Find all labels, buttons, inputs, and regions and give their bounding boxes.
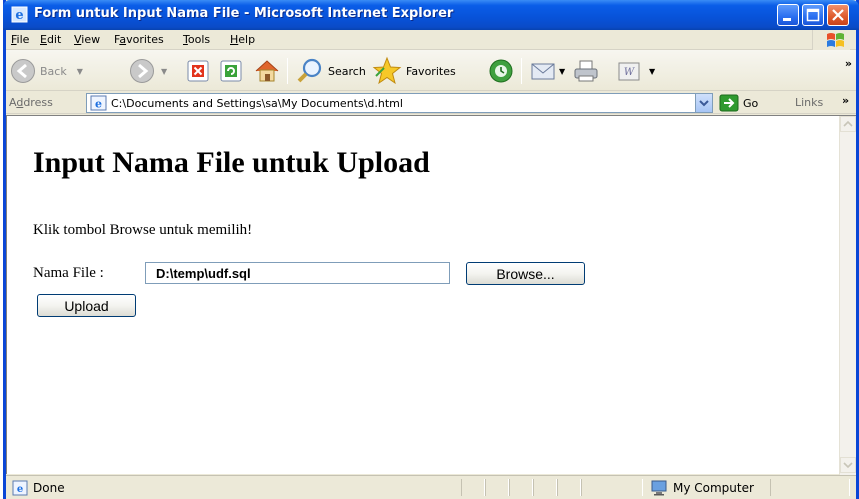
vertical-scrollbar[interactable] — [839, 116, 856, 475]
status-done: e Done — [12, 480, 65, 496]
menu-favorites[interactable]: Favorites — [114, 33, 164, 46]
page-icon: e — [12, 480, 28, 496]
scroll-down-button[interactable] — [840, 457, 856, 473]
home-button[interactable] — [253, 56, 281, 86]
mail-button[interactable]: ▼ — [530, 56, 565, 86]
status-text: Done — [33, 481, 65, 495]
zone-label: My Computer — [673, 481, 754, 495]
print-button[interactable] — [572, 56, 600, 86]
upload-button[interactable]: Upload — [37, 294, 136, 317]
svg-text:e: e — [95, 98, 102, 111]
page-icon: e — [90, 95, 107, 111]
forward-dropdown-icon[interactable]: ▼ — [161, 67, 167, 76]
status-pane — [461, 479, 485, 496]
security-zone: My Computer — [650, 480, 754, 496]
browse-button[interactable]: Browse... — [466, 262, 585, 285]
close-icon — [832, 9, 844, 21]
status-pane — [770, 479, 850, 496]
file-field-label: Nama File : — [33, 265, 104, 281]
search-button[interactable]: Search — [296, 56, 366, 86]
go-button[interactable]: Go — [719, 94, 758, 112]
links-chevron[interactable]: » — [842, 94, 849, 107]
standard-toolbar: Back ▼ ▼ Search Favorites ▼ W ▼ » — [6, 50, 856, 91]
go-label: Go — [743, 96, 759, 110]
chevron-up-icon — [843, 120, 853, 127]
file-path-input[interactable]: D:\temp\udf.sql — [145, 262, 450, 284]
search-icon — [297, 58, 322, 83]
refresh-button[interactable] — [219, 56, 243, 86]
menu-view[interactable]: View — [74, 33, 100, 46]
address-input[interactable]: e C:\Documents and Settings\sa\My Docume… — [86, 93, 713, 113]
mail-dropdown-icon[interactable]: ▼ — [559, 67, 565, 76]
menu-edit[interactable]: Edit — [40, 33, 61, 46]
status-pane — [533, 479, 557, 496]
status-pane — [485, 479, 509, 496]
status-pane — [557, 479, 581, 496]
stop-button[interactable] — [186, 56, 210, 86]
back-arrow-icon — [11, 59, 35, 83]
computer-icon — [651, 480, 667, 496]
status-bar: e Done My Computer — [6, 475, 856, 499]
back-label: Back — [40, 64, 67, 78]
window-title: Form untuk Input Nama File - Microsoft I… — [34, 6, 454, 21]
status-pane — [581, 479, 643, 496]
chevron-down-icon — [843, 462, 853, 469]
title-bar[interactable]: e Form untuk Input Nama File - Microsoft… — [3, 0, 859, 30]
back-dropdown-icon[interactable]: ▼ — [77, 67, 83, 76]
go-arrow-icon — [719, 94, 739, 112]
svg-text:e: e — [15, 8, 23, 23]
menu-help[interactable]: Help — [230, 33, 255, 46]
mail-icon — [531, 63, 555, 80]
print-icon — [574, 60, 598, 82]
minimize-icon — [783, 18, 791, 21]
page-content: Input Nama File untuk Upload — [33, 146, 430, 180]
forward-button[interactable]: ▼ — [129, 56, 167, 86]
close-button[interactable] — [827, 4, 849, 26]
favorites-star-icon — [372, 56, 402, 85]
scroll-up-button[interactable] — [840, 116, 856, 132]
address-bar: Address e C:\Documents and Settings\sa\M… — [6, 92, 856, 114]
home-icon — [255, 60, 279, 82]
history-button[interactable] — [487, 56, 515, 86]
menu-tools[interactable]: Tools — [183, 33, 210, 46]
page-viewport: Input Nama File untuk Upload Klik tombol… — [6, 115, 856, 475]
toolbar-separator — [521, 58, 522, 84]
status-pane — [509, 479, 533, 496]
instruction-text: Klik tombol Browse untuk memilih! — [33, 222, 253, 238]
toolbar-more-chevron[interactable]: » — [845, 57, 852, 70]
browser-window: e Form untuk Input Nama File - Microsoft… — [3, 0, 859, 499]
stop-icon — [187, 60, 209, 82]
svg-text:W: W — [624, 67, 635, 78]
links-label[interactable]: Links — [795, 96, 823, 109]
chevron-down-icon — [699, 100, 709, 107]
address-dropdown-button[interactable] — [695, 94, 712, 112]
forward-arrow-icon — [130, 59, 154, 83]
address-url: C:\Documents and Settings\sa\My Document… — [111, 97, 403, 110]
refresh-icon — [220, 60, 242, 82]
windows-logo — [812, 30, 850, 50]
history-icon — [489, 59, 513, 83]
ie-icon: e — [11, 6, 28, 23]
favorites-button[interactable]: Favorites — [372, 56, 456, 86]
page-heading: Input Nama File untuk Upload — [33, 146, 430, 179]
search-label: Search — [328, 64, 366, 78]
svg-text:e: e — [17, 484, 23, 495]
favorites-label: Favorites — [406, 64, 456, 78]
maximize-icon — [806, 8, 820, 22]
address-label: Address — [9, 96, 53, 109]
menu-bar: File Edit View Favorites Tools Help — [6, 30, 856, 50]
menu-file[interactable]: File — [11, 33, 29, 46]
minimize-button[interactable] — [777, 4, 799, 26]
maximize-button[interactable] — [802, 4, 824, 26]
toolbar-separator — [287, 58, 288, 84]
edit-dropdown-icon[interactable]: ▼ — [649, 67, 655, 76]
edit-button[interactable]: W ▼ — [616, 56, 655, 86]
back-button[interactable]: Back ▼ — [10, 56, 83, 86]
windows-logo-icon — [827, 33, 844, 47]
edit-icon: W — [618, 62, 640, 81]
